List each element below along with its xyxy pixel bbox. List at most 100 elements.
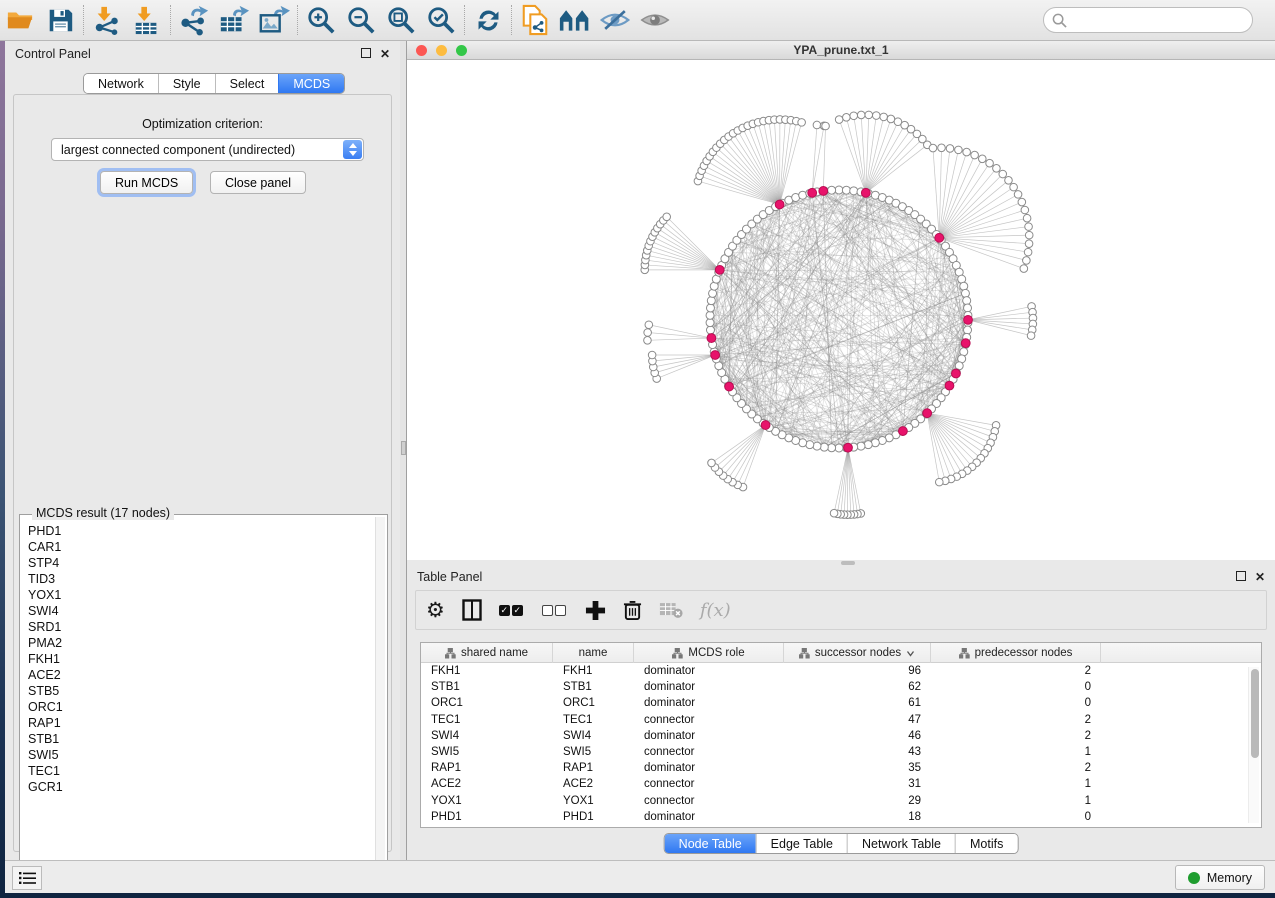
table-row[interactable]: PHD1PHD1dominator180 (421, 809, 1261, 825)
table-row[interactable]: RAP1RAP1dominator352 (421, 760, 1261, 776)
float-panel-icon[interactable] (361, 48, 371, 60)
mcds-node-item[interactable]: FKH1 (28, 651, 373, 667)
vertical-splitter[interactable] (400, 41, 407, 860)
close-panel-button[interactable]: Close panel (210, 171, 306, 194)
close-panel-icon[interactable]: ✕ (380, 48, 390, 60)
table-cell: connector (634, 778, 784, 790)
network-view-canvas[interactable] (407, 60, 1275, 559)
mcds-node-item[interactable]: GCR1 (28, 779, 373, 795)
search-input[interactable] (1043, 7, 1253, 33)
table-cell: dominator (634, 762, 784, 774)
mcds-node-item[interactable]: PHD1 (28, 523, 373, 539)
column-header-successor-nodes[interactable]: successor nodes (784, 643, 931, 663)
mcds-node-item[interactable]: STB5 (28, 683, 373, 699)
table-cell: PHD1 (421, 811, 553, 823)
import-table-button[interactable] (127, 2, 167, 38)
mcds-node-item[interactable]: ORC1 (28, 699, 373, 715)
delete-column-button[interactable] (623, 599, 642, 621)
select-all-button[interactable]: ✓✓ (499, 605, 525, 616)
mcds-node-item[interactable]: STB1 (28, 731, 373, 747)
mcds-node-item[interactable]: SWI4 (28, 603, 373, 619)
tab-edge-table[interactable]: Edge Table (756, 834, 847, 853)
memory-button[interactable]: Memory (1175, 865, 1265, 890)
task-history-button[interactable] (12, 866, 42, 890)
export-table-button[interactable] (214, 2, 254, 38)
mcds-node-item[interactable]: SWI5 (28, 747, 373, 763)
table-cell: STB1 (553, 681, 634, 693)
save-session-button[interactable] (40, 2, 80, 38)
tab-network-table[interactable]: Network Table (847, 834, 955, 853)
tab-motifs[interactable]: Motifs (955, 834, 1017, 853)
mcds-node-item[interactable]: PMA2 (28, 635, 373, 651)
tab-network[interactable]: Network (84, 74, 158, 93)
float-table-panel-icon[interactable] (1236, 571, 1246, 583)
open-file-button[interactable] (0, 2, 40, 38)
mcds-node-item[interactable]: TID3 (28, 571, 373, 587)
first-neighbors-button[interactable] (555, 2, 595, 38)
copy-network-icon (520, 4, 550, 36)
column-header-name[interactable]: name (553, 643, 634, 663)
table-panel-grip[interactable] (841, 561, 855, 565)
table-row[interactable]: ACE2ACE2connector311 (421, 776, 1261, 792)
zoom-fit-button[interactable] (381, 2, 421, 38)
refresh-button[interactable] (468, 2, 508, 38)
column-header-MCDS-role[interactable]: MCDS role (634, 643, 784, 663)
table-cell: dominator (634, 697, 784, 709)
tab-mcds[interactable]: MCDS (278, 74, 344, 93)
splitter-grip[interactable] (401, 441, 406, 455)
memory-label: Memory (1207, 871, 1252, 885)
node-table[interactable]: shared namenameMCDS rolesuccessor nodesp… (420, 642, 1262, 828)
column-header-predecessor-nodes[interactable]: predecessor nodes (931, 643, 1101, 663)
delete-table-button[interactable] (659, 601, 683, 619)
mcds-node-item[interactable]: CAR1 (28, 539, 373, 555)
table-row[interactable]: SWI5SWI5connector431 (421, 744, 1261, 760)
table-body[interactable]: FKH1FKH1dominator962STB1STB1dominator620… (421, 663, 1261, 825)
mcds-node-item[interactable]: SRD1 (28, 619, 373, 635)
table-scrollbar-thumb[interactable] (1251, 669, 1259, 758)
show-all-button[interactable] (635, 2, 675, 38)
mcds-node-item[interactable]: ACE2 (28, 667, 373, 683)
export-table-icon (218, 4, 250, 36)
add-column-button[interactable] (585, 600, 606, 621)
search-container (1043, 7, 1253, 33)
table-row[interactable]: SWI4SWI4dominator462 (421, 728, 1261, 744)
zoom-out-icon (346, 5, 376, 35)
table-cell: TEC1 (553, 714, 634, 726)
table-row[interactable]: TEC1TEC1connector472 (421, 712, 1261, 728)
deselect-all-button[interactable] (542, 605, 568, 616)
table-cell: 31 (784, 778, 931, 790)
zoom-selected-button[interactable] (421, 2, 461, 38)
mcds-node-item[interactable]: YOX1 (28, 587, 373, 603)
copy-network-button[interactable] (515, 2, 555, 38)
export-network-button[interactable] (174, 2, 214, 38)
table-header-row[interactable]: shared namenameMCDS rolesuccessor nodesp… (421, 643, 1261, 663)
mcds-node-item[interactable]: TEC1 (28, 763, 373, 779)
show-column-button[interactable] (462, 599, 482, 621)
import-network-button[interactable] (87, 2, 127, 38)
table-scrollbar[interactable] (1248, 667, 1259, 823)
zoom-out-button[interactable] (341, 2, 381, 38)
table-row[interactable]: FKH1FKH1dominator962 (421, 663, 1261, 679)
table-row[interactable]: STB1STB1dominator620 (421, 679, 1261, 695)
table-row[interactable]: YOX1YOX1connector291 (421, 793, 1261, 809)
mcds-result-list[interactable]: PHD1CAR1STP4TID3YOX1SWI4SRD1PMA2FKH1ACE2… (28, 523, 373, 872)
close-table-panel-icon[interactable]: ✕ (1255, 571, 1265, 583)
zoom-in-button[interactable] (301, 2, 341, 38)
tab-style[interactable]: Style (158, 74, 215, 93)
mcds-node-item[interactable]: RAP1 (28, 715, 373, 731)
mcds-node-item[interactable]: STP4 (28, 555, 373, 571)
column-header-shared-name[interactable]: shared name (421, 643, 553, 663)
run-mcds-button[interactable]: Run MCDS (100, 171, 193, 194)
tab-node-table[interactable]: Node Table (665, 834, 756, 853)
optimization-criterion-select[interactable]: largest connected component (undirected) (51, 138, 364, 161)
tab-select[interactable]: Select (215, 74, 279, 93)
table-row[interactable]: ORC1ORC1dominator610 (421, 695, 1261, 711)
table-options-gear-button[interactable]: ⚙ (426, 600, 445, 621)
export-image-button[interactable] (254, 2, 294, 38)
network-window-titlebar[interactable]: YPA_prune.txt_1 (407, 41, 1275, 60)
mcds-list-scrollbar[interactable] (375, 517, 385, 874)
table-cell: SWI4 (421, 730, 553, 742)
table-cell: 1 (931, 778, 1101, 790)
hide-selected-button[interactable] (595, 2, 635, 38)
function-builder-button[interactable]: f(x) (700, 600, 731, 621)
